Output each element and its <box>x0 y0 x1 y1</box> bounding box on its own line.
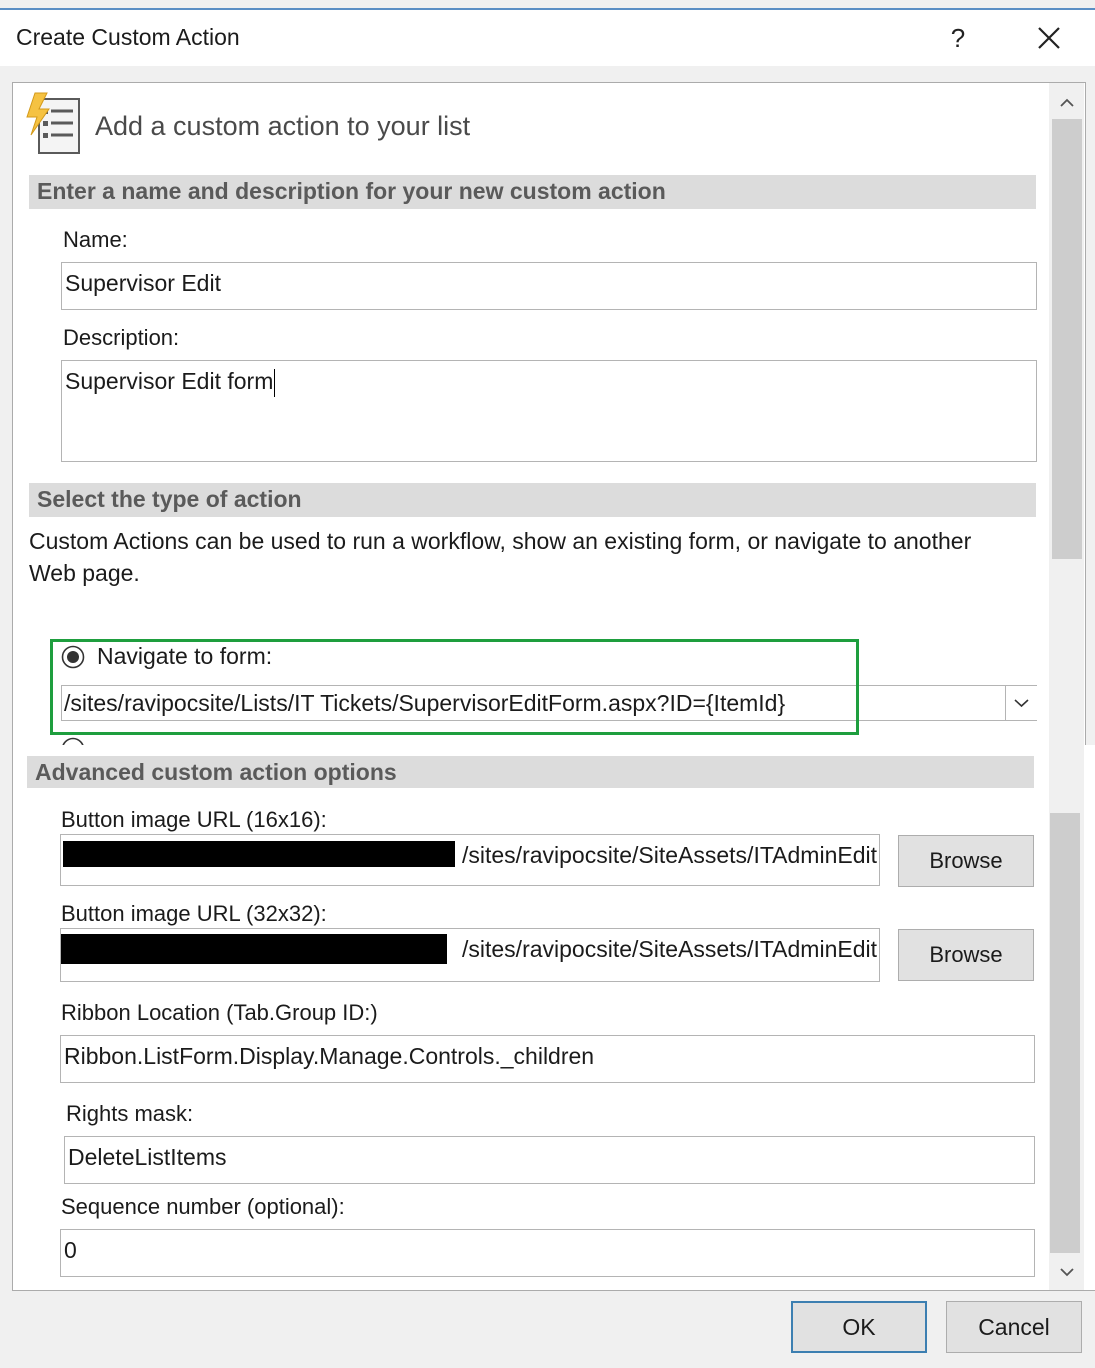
sequence-number-input[interactable]: 0 <box>60 1229 1035 1277</box>
lower-scrollbar-thumb[interactable] <box>1050 813 1080 1253</box>
description-text: Supervisor Edit form <box>65 368 274 394</box>
highlight-box <box>50 639 859 735</box>
navigate-dropdown-button[interactable] <box>1005 686 1037 720</box>
close-button[interactable] <box>1030 20 1068 56</box>
description-textarea[interactable]: Supervisor Edit form <box>61 360 1037 462</box>
action-description-line1: Custom Actions can be used to run a work… <box>29 528 972 554</box>
upper-scrollbar-thumb[interactable] <box>1052 119 1082 559</box>
description-label: Description: <box>63 325 180 350</box>
cancel-button[interactable]: Cancel <box>946 1301 1082 1353</box>
name-input[interactable]: Supervisor Edit <box>61 262 1037 310</box>
ok-button[interactable]: OK <box>791 1301 927 1353</box>
action-description-line2: Web page. <box>29 560 140 586</box>
window-title: Create Custom Action <box>16 24 240 50</box>
close-icon <box>1038 27 1060 49</box>
rights-mask-label: Rights mask: <box>66 1101 194 1126</box>
scroll-down-button[interactable] <box>1049 1259 1084 1285</box>
custom-action-icon <box>26 92 80 154</box>
ribbon-location-label: Ribbon Location (Tab.Group ID:) <box>61 1000 378 1025</box>
browse-button-32[interactable]: Browse <box>898 929 1034 981</box>
lower-content-panel: Advanced custom action options Button im… <box>12 745 1095 1291</box>
section-name-description: Enter a name and description for your ne… <box>29 175 1036 209</box>
dialog-heading: Add a custom action to your list <box>95 111 471 141</box>
image16-label: Button image URL (16x16): <box>61 807 327 832</box>
scroll-up-button[interactable] <box>1049 89 1084 115</box>
section-action-type: Select the type of action <box>29 483 1036 517</box>
chevron-down-icon <box>1059 1268 1074 1277</box>
chevron-down-icon <box>1014 699 1029 708</box>
help-button[interactable]: ? <box>944 20 972 56</box>
section-advanced-options: Advanced custom action options <box>27 756 1034 788</box>
chevron-up-icon <box>1059 98 1074 107</box>
redaction-bar <box>61 934 447 964</box>
image32-label: Button image URL (32x32): <box>61 901 327 926</box>
ribbon-location-input[interactable]: Ribbon.ListForm.Display.Manage.Controls.… <box>60 1035 1035 1083</box>
redaction-bar <box>63 841 455 867</box>
name-label: Name: <box>63 227 128 252</box>
sequence-number-label: Sequence number (optional): <box>61 1194 345 1219</box>
image32-value: /sites/ravipocsite/SiteAssets/ITAdminEdi… <box>462 936 877 962</box>
upper-content-panel: Add a custom action to your list Enter a… <box>12 82 1086 747</box>
image16-value: /sites/ravipocsite/SiteAssets/ITAdminEdi… <box>462 842 877 868</box>
browse-button-16[interactable]: Browse <box>898 835 1034 887</box>
text-cursor <box>274 368 276 397</box>
rights-mask-input[interactable]: DeleteListItems <box>64 1136 1035 1184</box>
